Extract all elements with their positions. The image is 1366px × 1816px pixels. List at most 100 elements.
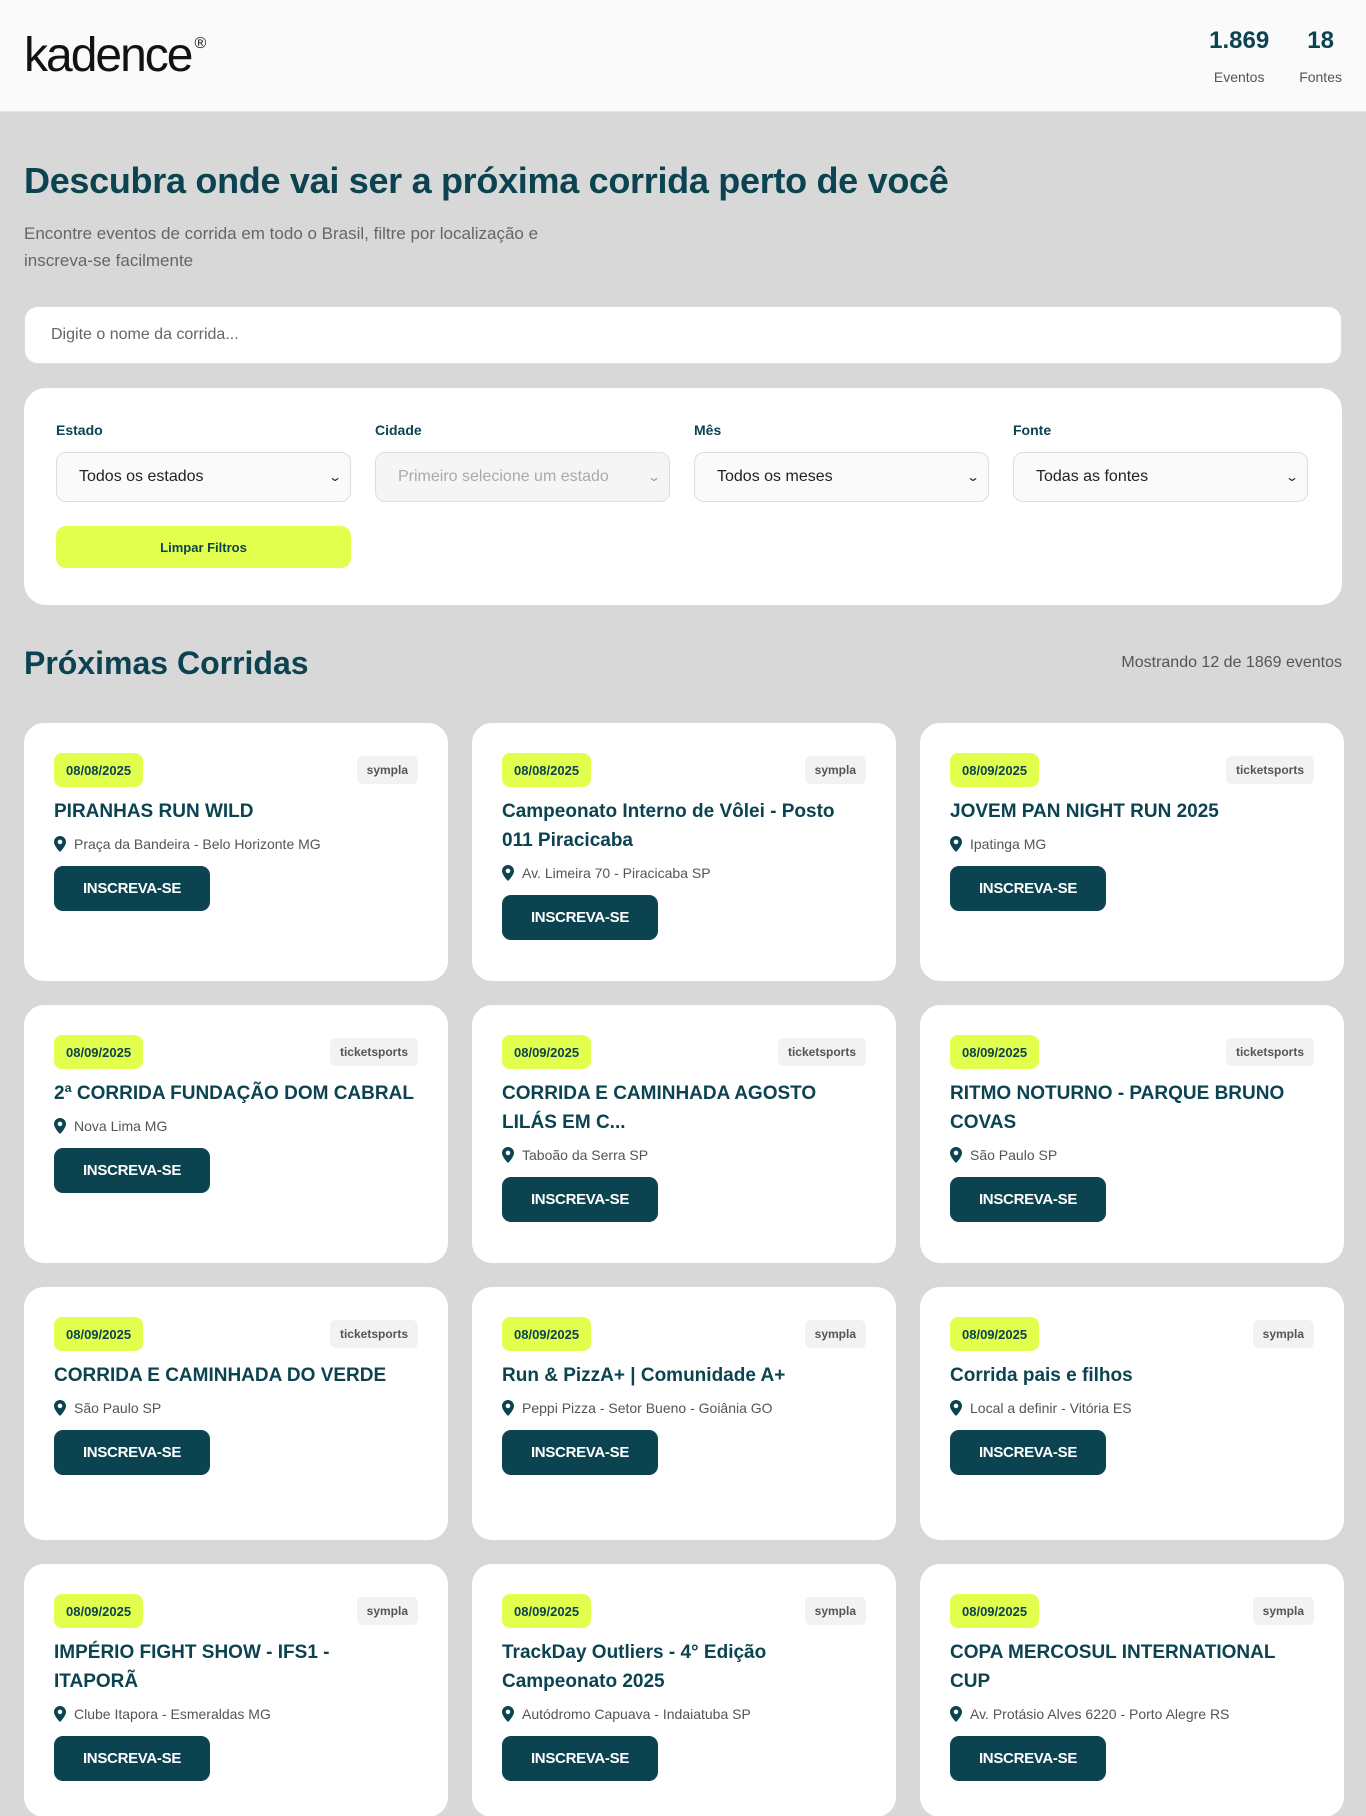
event-location: Autódromo Capuava - Indaiatuba SP: [502, 1706, 866, 1722]
chevron-down-icon: ⌄: [327, 470, 343, 484]
map-pin-icon: [54, 1118, 66, 1134]
event-location-text: Av. Limeira 70 - Piracicaba SP: [522, 865, 711, 881]
signup-button[interactable]: INSCREVA-SE: [950, 866, 1106, 911]
event-card: 08/09/2025 ticketsports JOVEM PAN NIGHT …: [920, 723, 1344, 981]
map-pin-icon: [502, 865, 514, 881]
mes-select[interactable]: Todos os meses ⌄: [694, 452, 989, 502]
kadence-logo[interactable]: kadence ®: [24, 28, 207, 82]
search-input[interactable]: Digite o nome da corrida...: [24, 306, 1342, 364]
event-title[interactable]: CORRIDA E CAMINHADA AGOSTO LILÁS EM C...: [502, 1079, 866, 1137]
signup-button[interactable]: INSCREVA-SE: [950, 1430, 1106, 1475]
map-pin-icon: [950, 1147, 962, 1163]
stat-sources: 18 Fontes: [1299, 27, 1342, 85]
card-top: 08/09/2025 ticketsports: [950, 753, 1314, 787]
event-location: São Paulo SP: [54, 1400, 418, 1416]
map-pin-icon: [950, 836, 962, 852]
hero-title: Descubra onde vai ser a próxima corrida …: [24, 160, 949, 201]
cidade-select[interactable]: Primeiro selecione um estado ⌄: [375, 452, 670, 502]
signup-button[interactable]: INSCREVA-SE: [54, 866, 210, 911]
search-placeholder: Digite o nome da corrida...: [51, 326, 239, 343]
signup-button[interactable]: INSCREVA-SE: [502, 1736, 658, 1781]
stat-events-value: 1.869: [1209, 26, 1270, 54]
event-card: 08/09/2025 sympla IMPÉRIO FIGHT SHOW - I…: [24, 1564, 448, 1816]
event-card: 08/09/2025 ticketsports 2ª CORRIDA FUNDA…: [24, 1005, 448, 1263]
event-source-badge: ticketsports: [1225, 1038, 1314, 1066]
chevron-down-icon: ⌄: [646, 470, 662, 484]
filter-estado-label: Estado: [56, 422, 103, 438]
card-top: 08/09/2025 sympla: [950, 1317, 1314, 1351]
event-title[interactable]: Corrida pais e filhos: [950, 1361, 1314, 1390]
fonte-select[interactable]: Todas as fontes ⌄: [1013, 452, 1308, 502]
event-card: 08/08/2025 sympla PIRANHAS RUN WILD Praç…: [24, 723, 448, 981]
signup-button[interactable]: INSCREVA-SE: [950, 1177, 1106, 1222]
logo-text: kadence: [24, 28, 193, 82]
map-pin-icon: [54, 1706, 66, 1722]
filter-row: Estado Todos os estados ⌄ Cidade Primeir…: [56, 422, 1310, 502]
signup-button[interactable]: INSCREVA-SE: [502, 895, 658, 940]
main-content: Descubra onde vai ser a próxima corrida …: [0, 160, 1366, 1816]
event-title[interactable]: TrackDay Outliers - 4° Edição Campeonato…: [502, 1638, 866, 1696]
filter-cidade-label: Cidade: [375, 422, 422, 438]
card-top: 08/08/2025 sympla: [54, 753, 418, 787]
event-date-badge: 08/09/2025: [950, 753, 1040, 787]
event-title[interactable]: PIRANHAS RUN WILD: [54, 797, 418, 826]
card-top: 08/09/2025 ticketsports: [54, 1317, 418, 1351]
section-header: Próximas Corridas Mostrando 12 de 1869 e…: [24, 643, 1342, 683]
map-pin-icon: [950, 1400, 962, 1416]
event-title[interactable]: IMPÉRIO FIGHT SHOW - IFS1 - ITAPORÃ: [54, 1638, 418, 1696]
event-location-text: Taboão da Serra SP: [522, 1147, 649, 1163]
event-source-badge: sympla: [804, 756, 866, 784]
chevron-down-icon: ⌄: [1284, 470, 1300, 484]
event-title[interactable]: JOVEM PAN NIGHT RUN 2025: [950, 797, 1314, 826]
filter-estado: Estado Todos os estados ⌄: [56, 422, 351, 502]
event-location-text: São Paulo SP: [74, 1400, 162, 1416]
event-title[interactable]: 2ª CORRIDA FUNDAÇÃO DOM CABRAL: [54, 1079, 418, 1108]
event-date-badge: 08/09/2025: [950, 1594, 1040, 1628]
event-grid: 08/08/2025 sympla PIRANHAS RUN WILD Praç…: [24, 723, 1344, 1816]
estado-select[interactable]: Todos os estados ⌄: [56, 452, 351, 502]
event-card: 08/09/2025 sympla Corrida pais e filhos …: [920, 1287, 1344, 1540]
signup-button[interactable]: INSCREVA-SE: [54, 1736, 210, 1781]
event-date-badge: 08/09/2025: [54, 1035, 144, 1069]
event-location: Taboão da Serra SP: [502, 1147, 866, 1163]
cidade-select-value: Primeiro selecione um estado: [398, 468, 609, 485]
event-date-badge: 08/08/2025: [54, 753, 144, 787]
signup-button[interactable]: INSCREVA-SE: [54, 1430, 210, 1475]
event-title[interactable]: Run & PizzA+ | Comunidade A+: [502, 1361, 866, 1390]
event-date-badge: 08/09/2025: [950, 1317, 1040, 1351]
hero-subtitle: Encontre eventos de corrida em todo o Br…: [24, 224, 539, 270]
signup-button[interactable]: INSCREVA-SE: [950, 1736, 1106, 1781]
card-top: 08/09/2025 ticketsports: [54, 1035, 418, 1069]
event-location: Nova Lima MG: [54, 1118, 418, 1134]
map-pin-icon: [54, 1400, 66, 1416]
stat-sources-label: Fontes: [1299, 68, 1342, 85]
event-date-badge: 08/08/2025: [502, 753, 592, 787]
event-location: Clube Itapora - Esmeraldas MG: [54, 1706, 418, 1722]
header-stats: 1.869 Eventos 18 Fontes: [1209, 27, 1342, 85]
event-location-text: Local a definir - Vitória ES: [970, 1400, 1132, 1416]
signup-button[interactable]: INSCREVA-SE: [502, 1430, 658, 1475]
event-source-badge: ticketsports: [1225, 756, 1314, 784]
event-source-badge: sympla: [1252, 1597, 1314, 1625]
event-title[interactable]: RITMO NOTURNO - PARQUE BRUNO COVAS: [950, 1079, 1314, 1137]
event-card: 08/09/2025 sympla Run & PizzA+ | Comunid…: [472, 1287, 896, 1540]
event-title[interactable]: CORRIDA E CAMINHADA DO VERDE: [54, 1361, 418, 1390]
clear-filters-button[interactable]: Limpar Filtros: [56, 526, 351, 568]
results-count: Mostrando 12 de 1869 eventos: [1121, 654, 1342, 671]
event-location: Local a definir - Vitória ES: [950, 1400, 1314, 1416]
event-location-text: Peppi Pizza - Setor Bueno - Goiânia GO: [522, 1400, 773, 1416]
card-top: 08/09/2025 sympla: [950, 1594, 1314, 1628]
event-title[interactable]: Campeonato Interno de Vôlei - Posto 011 …: [502, 797, 866, 855]
event-date-badge: 08/09/2025: [502, 1594, 592, 1628]
signup-button[interactable]: INSCREVA-SE: [54, 1148, 210, 1193]
event-card: 08/09/2025 ticketsports RITMO NOTURNO - …: [920, 1005, 1344, 1263]
filter-fonte: Fonte Todas as fontes ⌄: [1013, 422, 1308, 502]
signup-button[interactable]: INSCREVA-SE: [502, 1177, 658, 1222]
filter-mes-label: Mês: [694, 422, 722, 438]
map-pin-icon: [950, 1706, 962, 1722]
event-source-badge: ticketsports: [329, 1320, 418, 1348]
registered-mark: ®: [194, 34, 207, 52]
event-title[interactable]: COPA MERCOSUL INTERNATIONAL CUP: [950, 1638, 1314, 1696]
event-location: Peppi Pizza - Setor Bueno - Goiânia GO: [502, 1400, 866, 1416]
event-source-badge: ticketsports: [777, 1038, 866, 1066]
